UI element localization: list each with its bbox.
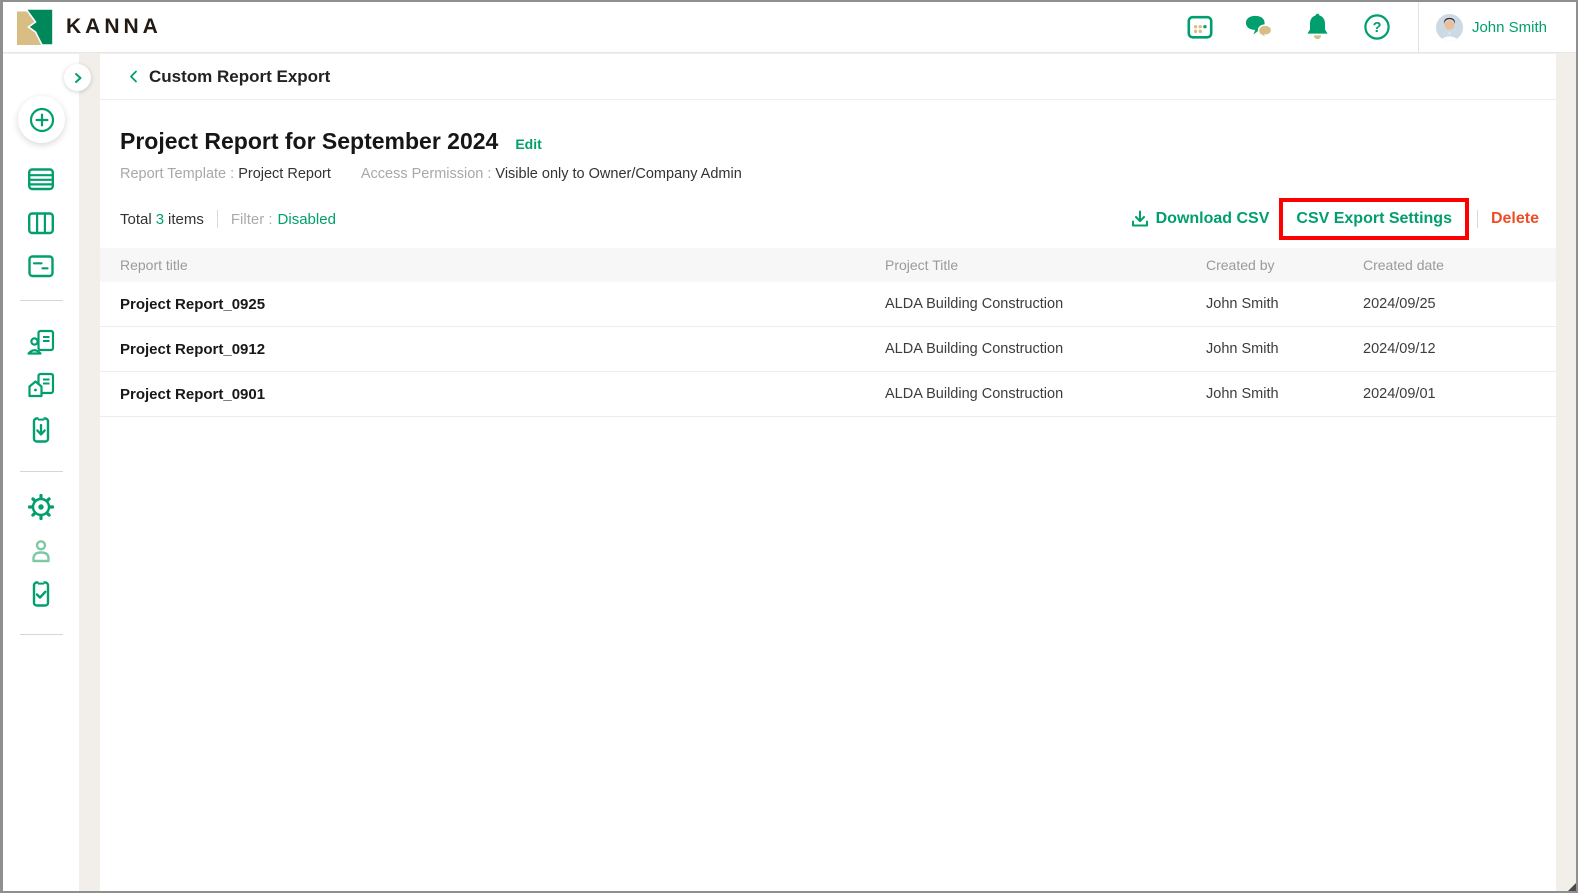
sidebar-item-contacts[interactable] bbox=[26, 328, 56, 358]
kanna-logo-icon bbox=[17, 9, 53, 45]
person-document-icon bbox=[26, 328, 56, 358]
sidebar-create-button[interactable] bbox=[18, 96, 65, 143]
cell-created-by: John Smith bbox=[1206, 341, 1363, 357]
cell-project-title: ALDA Building Construction bbox=[885, 386, 1206, 402]
sidebar-nav bbox=[3, 54, 79, 891]
sidebar-divider bbox=[20, 300, 63, 301]
bell-icon[interactable] bbox=[1304, 13, 1332, 41]
edit-link[interactable]: Edit bbox=[515, 136, 541, 152]
download-csv-button[interactable]: Download CSV bbox=[1131, 210, 1270, 228]
download-icon bbox=[1131, 210, 1149, 228]
toolbar-actions: Download CSV CSV Export Settings Delete bbox=[1131, 198, 1539, 240]
cell-created-date: 2024/09/01 bbox=[1363, 386, 1556, 402]
sidebar-divider bbox=[20, 471, 63, 472]
column-header-created-date: Created date bbox=[1363, 257, 1556, 273]
window-resize-grip[interactable] bbox=[1568, 883, 1576, 891]
report-meta: Report Template :Project Report Access P… bbox=[120, 166, 1556, 182]
kanna-app-window: { "colors": { "green": "#009f6d", "logo_… bbox=[0, 0, 1578, 893]
title-row: Project Report for September 2024 Edit bbox=[120, 128, 1556, 155]
cell-project-title: ALDA Building Construction bbox=[885, 296, 1206, 312]
header-icon-group: ? bbox=[1186, 13, 1418, 41]
sidebar-item-import[interactable] bbox=[26, 415, 56, 445]
chat-icon[interactable] bbox=[1245, 13, 1273, 41]
report-card-icon bbox=[26, 251, 56, 281]
clipboard-download-icon bbox=[26, 415, 56, 445]
house-document-icon bbox=[26, 371, 56, 401]
report-template-pair: Report Template :Project Report bbox=[120, 166, 331, 182]
header-right: ? John Smith bbox=[1186, 2, 1576, 52]
breadcrumb: Custom Report Export bbox=[100, 54, 1556, 100]
table-row[interactable]: Project Report_0912 ALDA Building Constr… bbox=[100, 327, 1556, 372]
cell-created-date: 2024/09/12 bbox=[1363, 341, 1556, 357]
column-header-project-title: Project Title bbox=[885, 257, 1206, 273]
cell-created-date: 2024/09/25 bbox=[1363, 296, 1556, 312]
sidebar-item-tasks[interactable] bbox=[26, 579, 56, 609]
plus-circle-icon bbox=[27, 105, 57, 135]
cell-created-by: John Smith bbox=[1206, 296, 1363, 312]
list-toolbar: Total 3 items Filter : Disabled Download… bbox=[100, 196, 1556, 242]
delete-button[interactable]: Delete bbox=[1491, 210, 1539, 228]
sidebar-item-report-card[interactable] bbox=[26, 251, 56, 281]
column-header-report-title: Report title bbox=[120, 257, 885, 273]
table-header-row: Report title Project Title Created by Cr… bbox=[100, 248, 1556, 282]
reports-table: Report title Project Title Created by Cr… bbox=[100, 248, 1556, 417]
report-template-value: Project Report bbox=[238, 166, 331, 182]
filter-label: Filter : bbox=[231, 211, 273, 228]
table-row[interactable]: Project Report_0925 ALDA Building Constr… bbox=[100, 282, 1556, 327]
brand-name: KANNA bbox=[66, 15, 162, 39]
page-title: Project Report for September 2024 bbox=[120, 128, 498, 155]
red-annotation-box: CSV Export Settings bbox=[1279, 198, 1469, 240]
top-header: KANNA bbox=[3, 2, 1576, 53]
table-row[interactable]: Project Report_0901 ALDA Building Constr… bbox=[100, 372, 1556, 417]
column-header-created-by: Created by bbox=[1206, 257, 1363, 273]
kanban-columns-icon bbox=[26, 208, 56, 238]
brand-logo[interactable]: KANNA bbox=[3, 9, 162, 45]
sidebar-item-member[interactable] bbox=[26, 536, 56, 566]
sidebar-item-settings[interactable] bbox=[26, 492, 56, 522]
sidebar-divider bbox=[20, 634, 63, 635]
access-permission-pair: Access Permission :Visible only to Owner… bbox=[361, 166, 742, 182]
cell-report-title[interactable]: Project Report_0925 bbox=[120, 296, 885, 313]
user-menu[interactable]: John Smith bbox=[1419, 14, 1576, 41]
svg-text:?: ? bbox=[1373, 20, 1382, 36]
download-csv-label: Download CSV bbox=[1156, 210, 1270, 228]
list-rows-icon bbox=[26, 164, 56, 194]
toolbar-divider bbox=[1477, 210, 1478, 228]
cell-report-title[interactable]: Project Report_0901 bbox=[120, 386, 885, 403]
access-permission-value: Visible only to Owner/Company Admin bbox=[495, 166, 741, 182]
total-count: 3 bbox=[156, 211, 164, 228]
cell-report-title[interactable]: Project Report_0912 bbox=[120, 341, 885, 358]
clipboard-check-icon bbox=[26, 579, 56, 609]
main-panel: Custom Report Export Project Report for … bbox=[100, 54, 1556, 891]
chevron-right-icon bbox=[73, 72, 83, 84]
filter-value[interactable]: Disabled bbox=[278, 211, 336, 228]
sidebar-item-list-view[interactable] bbox=[26, 164, 56, 194]
user-name: John Smith bbox=[1472, 19, 1547, 36]
report-template-label: Report Template : bbox=[120, 166, 234, 182]
avatar bbox=[1436, 14, 1463, 41]
calendar-icon[interactable] bbox=[1186, 13, 1214, 41]
person-icon bbox=[26, 536, 56, 566]
sidebar-expand-button[interactable] bbox=[64, 64, 91, 91]
total-label: Total bbox=[120, 211, 152, 228]
cell-project-title: ALDA Building Construction bbox=[885, 341, 1206, 357]
gear-icon bbox=[26, 492, 56, 522]
sidebar-item-projects[interactable] bbox=[26, 371, 56, 401]
list-summary: Total 3 items Filter : Disabled bbox=[120, 210, 336, 228]
total-suffix: items bbox=[168, 211, 204, 228]
breadcrumb-label[interactable]: Custom Report Export bbox=[149, 67, 330, 87]
access-permission-label: Access Permission : bbox=[361, 166, 492, 182]
chevron-left-icon[interactable] bbox=[129, 70, 138, 83]
help-icon[interactable]: ? bbox=[1363, 13, 1391, 41]
cell-created-by: John Smith bbox=[1206, 386, 1363, 402]
csv-export-settings-button[interactable]: CSV Export Settings bbox=[1296, 210, 1452, 228]
sidebar-item-board-view[interactable] bbox=[26, 208, 56, 238]
toolbar-divider bbox=[217, 210, 218, 228]
